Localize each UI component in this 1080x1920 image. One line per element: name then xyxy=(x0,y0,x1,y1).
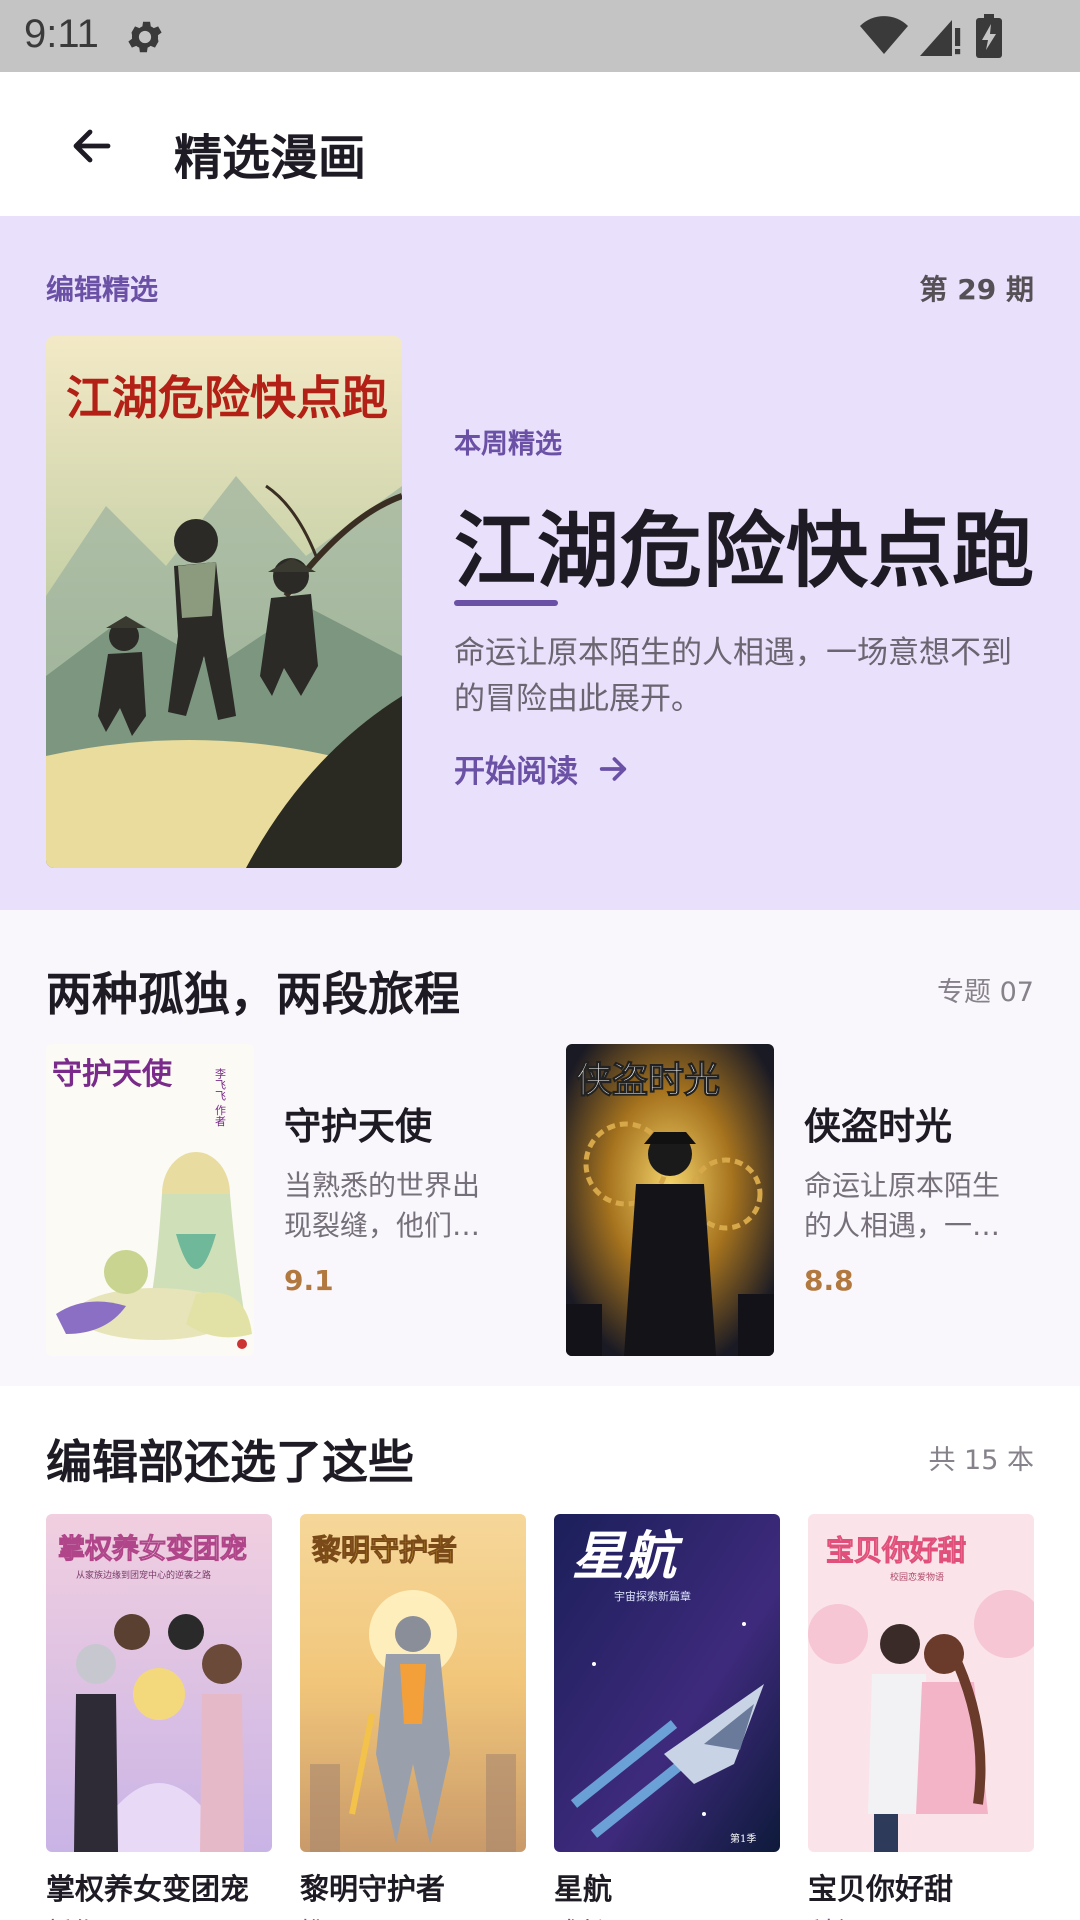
featured-issue-number: 第 29 期 xyxy=(919,273,1034,306)
pick-cover-title: 掌权养女变团宠 xyxy=(58,1533,247,1565)
pick-cover-volume: 第1季 xyxy=(730,1832,756,1845)
theme-card-cover: 侠盗时光 xyxy=(566,1044,774,1356)
featured-tag: 本周精选 xyxy=(454,429,562,460)
start-reading-button[interactable]: 开始阅读 xyxy=(454,746,630,791)
pick-cover-title: 星航 xyxy=(572,1526,684,1587)
theme-card-rating: 9.1 xyxy=(284,1264,334,1297)
theme-card[interactable]: 侠盗时光 侠盗时光 命运让原本陌生的人相遇，一… 8.8 xyxy=(566,1044,1066,1356)
pick-title: 星航 xyxy=(554,1872,613,1906)
status-bar: 9:11 xyxy=(0,0,1080,72)
pick-cover-subtitle: 校园恋爱物语 xyxy=(890,1571,944,1583)
pick-title: 宝贝你好甜 xyxy=(808,1872,954,1906)
picks-section-title: 编辑部还选了这些 xyxy=(46,1435,414,1489)
back-button[interactable] xyxy=(60,114,124,178)
featured-cover-title: 江湖危险快点跑 xyxy=(66,371,388,425)
pick-cover-title: 黎明守护者 xyxy=(312,1533,457,1567)
theme-card-title: 守护天使 xyxy=(284,1105,432,1148)
pick-title: 黎明守护者 xyxy=(300,1872,446,1906)
pick-cover: 宝贝你好甜 校园恋爱物语 xyxy=(808,1514,1034,1852)
pick-cover: 掌权养女变团宠 从家族边缘到团宠中心的逆袭之路 xyxy=(46,1514,272,1852)
app-bar: 精选漫画 xyxy=(0,72,1080,216)
picks-section-count: 共 15 本 xyxy=(928,1445,1034,1476)
theme-section-meta: 专题 07 xyxy=(937,977,1034,1008)
theme-card-cover-author: 李飞飞 作者 xyxy=(214,1067,227,1127)
arrow-forward-icon xyxy=(599,756,627,781)
pick-genre: 成长 xyxy=(554,1912,780,1920)
pick-cover-title: 宝贝你好甜 xyxy=(826,1534,966,1567)
battery-charging-icon xyxy=(976,14,1002,58)
theme-section-title: 两种孤独，两段旅程 xyxy=(46,967,460,1021)
theme-card-description: 当熟悉的世界出现裂缝，他们… xyxy=(284,1169,481,1242)
theme-card-title: 侠盗时光 xyxy=(804,1105,952,1148)
pick-genre: 推理 xyxy=(300,1912,526,1920)
theme-card-description: 命运让原本陌生的人相遇，一… xyxy=(804,1169,1001,1242)
theme-card-cover-title: 守护天使 xyxy=(52,1057,173,1092)
pick-card[interactable]: 宝贝你好甜 校园恋爱物语 宝贝你好甜 科幻 xyxy=(808,1514,1034,1920)
theme-card-cover-title: 侠盗时光 xyxy=(576,1059,720,1101)
wifi-icon xyxy=(860,16,908,54)
arrow-back-icon xyxy=(73,129,111,163)
settings-gear-icon xyxy=(128,21,162,53)
theme-card[interactable]: 守护天使 李飞飞 作者 守护天使 当熟悉的世界出现裂缝，他们… 9.1 xyxy=(46,1044,546,1356)
pick-genre: 科幻 xyxy=(808,1912,1034,1920)
featured-divider xyxy=(454,600,558,606)
featured-cover-image[interactable]: 江湖危险快点跑 xyxy=(46,336,402,868)
pick-cover: 星航 宇宙探索新篇章 第1季 xyxy=(554,1514,780,1852)
theme-card-rating: 8.8 xyxy=(804,1264,854,1297)
featured-title: 江湖危险快点跑 xyxy=(454,504,1036,599)
featured-section: 编辑精选 第 29 期 江湖危险快点跑 本周精选 江湖危险快点跑 命运让原本陌生… xyxy=(0,216,1080,910)
status-time: 9:11 xyxy=(24,12,99,56)
pick-cover: 黎明守护者 xyxy=(300,1514,526,1852)
featured-description: 命运让原本陌生的人相遇，一场意想不到的冒险由此展开。 xyxy=(454,635,1012,717)
pick-cover-subtitle: 从家族边缘到团宠中心的逆袭之路 xyxy=(76,1569,211,1581)
pick-title: 掌权养女变团宠 xyxy=(46,1872,250,1906)
pick-cover-subtitle: 宇宙探索新篇章 xyxy=(614,1589,691,1603)
theme-section: 两种孤独，两段旅程 专题 07 守护天使 李飞飞 作者 守护天使 当熟悉的世界出… xyxy=(0,910,1080,1386)
pick-genre: 新作 xyxy=(46,1912,272,1920)
pick-card[interactable]: 黎明守护者 黎明守护者 推理 xyxy=(300,1514,526,1920)
editor-picks-section: 编辑部还选了这些 共 15 本 掌权养女变团宠 从家族边缘到团宠中心的逆袭之路 … xyxy=(0,1386,1080,1920)
start-reading-label: 开始阅读 xyxy=(454,754,578,790)
cell-signal-icon xyxy=(920,20,961,56)
page-title: 精选漫画 xyxy=(174,130,367,186)
pick-card[interactable]: 掌权养女变团宠 从家族边缘到团宠中心的逆袭之路 掌权养女变团宠 新作 xyxy=(46,1514,272,1920)
featured-section-label: 编辑精选 xyxy=(46,273,159,306)
theme-card-cover: 守护天使 李飞飞 作者 xyxy=(46,1044,254,1356)
pick-card[interactable]: 星航 宇宙探索新篇章 第1季 星航 成长 xyxy=(554,1514,780,1920)
